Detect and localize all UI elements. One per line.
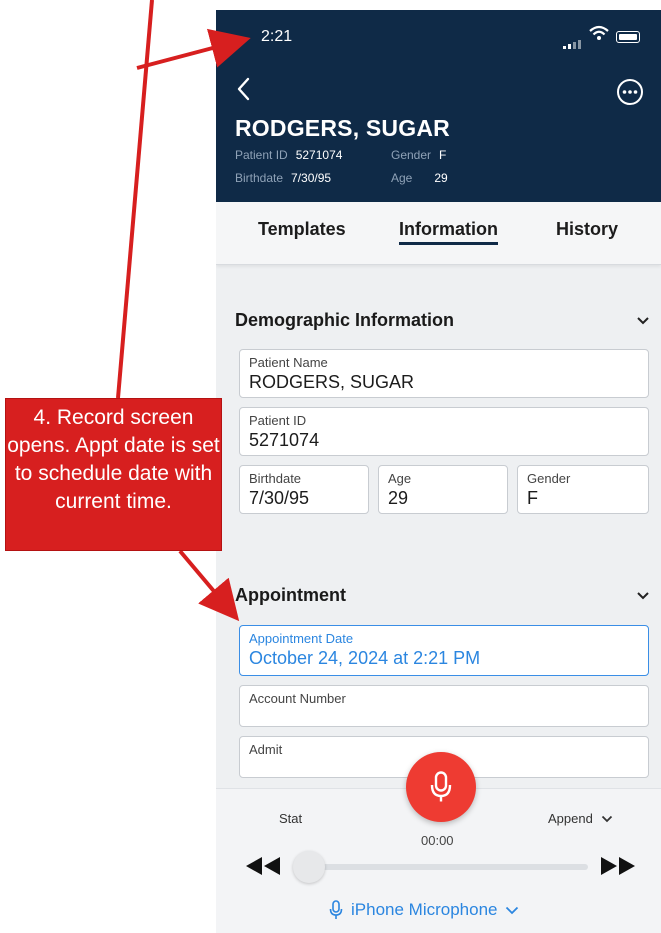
annotation-arrow-time	[136, 28, 251, 70]
annotation-arrow-date	[178, 549, 240, 622]
annotation-line	[116, 0, 154, 399]
annotation-callout: 4. Record screen opens. Appt date is set…	[5, 398, 222, 551]
